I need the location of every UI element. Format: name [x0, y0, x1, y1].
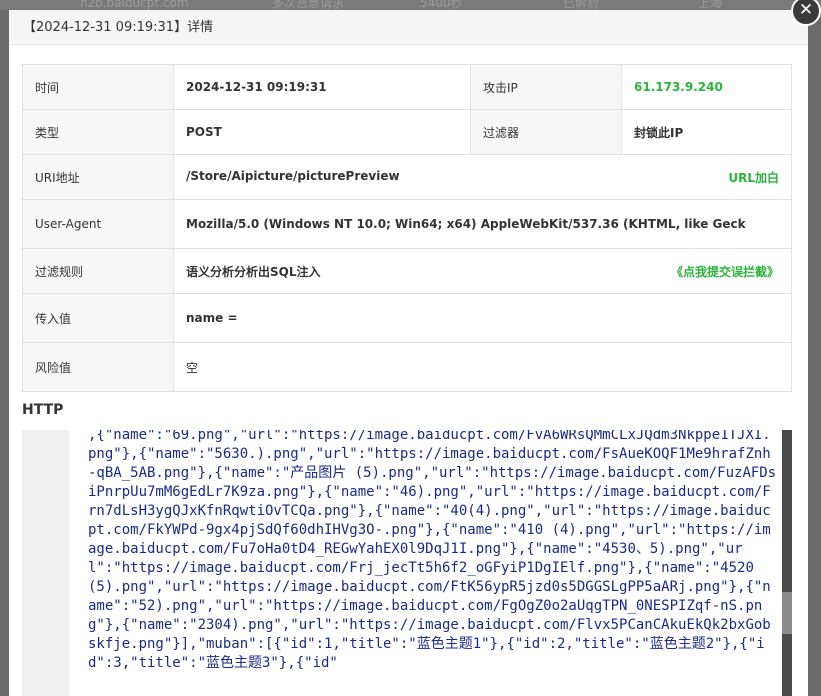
- type-value: POST: [173, 109, 471, 155]
- filter-rule-cell: 语义分析分析出SQL注入 《点我提交误拦截》: [173, 248, 792, 294]
- scrollbar-thumb[interactable]: [782, 592, 792, 634]
- input-value-label: 传入值: [22, 293, 174, 343]
- detail-modal: 【2024-12-31 09:19:31】详情 时间 2024-12-31 09…: [9, 10, 808, 696]
- table-row: 类型 POST 过滤器 封锁此IP: [22, 109, 792, 155]
- table-row: 时间 2024-12-31 09:19:31 攻击IP 61.173.9.240: [22, 64, 792, 110]
- uri-label: URI地址: [22, 154, 174, 200]
- risk-label: 风险值: [22, 342, 174, 392]
- user-agent-label: User-Agent: [22, 199, 174, 249]
- input-value: name =: [173, 293, 792, 343]
- table-row: 风险值 空: [22, 342, 792, 392]
- table-row: URI地址 /Store/Aipicture/picturePreview UR…: [22, 154, 792, 200]
- detail-table: 时间 2024-12-31 09:19:31 攻击IP 61.173.9.240…: [22, 64, 792, 392]
- user-agent-value: Mozilla/5.0 (Windows NT 10.0; Win64; x64…: [186, 217, 746, 231]
- risk-value: 空: [173, 342, 792, 392]
- background-table-row: h2b.baiducpt.com 多次恶意请求 5400秒 已解封 上海: [0, 0, 821, 10]
- background-status: 已解封: [563, 0, 600, 10]
- filter-value: 封锁此IP: [621, 109, 792, 155]
- type-label: 类型: [22, 109, 174, 155]
- close-icon[interactable]: ✕: [791, 0, 821, 26]
- report-false-positive-link[interactable]: 《点我提交误拦截》: [671, 263, 779, 280]
- vertical-scrollbar[interactable]: [782, 430, 792, 696]
- table-row: 传入值 name =: [22, 293, 792, 343]
- attack-ip-label: 攻击IP: [470, 64, 622, 110]
- background-region: 上海: [698, 0, 723, 10]
- http-section-title: HTTP: [22, 402, 64, 418]
- time-label: 时间: [22, 64, 174, 110]
- modal-title: 【2024-12-31 09:19:31】详情: [9, 10, 808, 45]
- table-row: User-Agent Mozilla/5.0 (Windows NT 10.0;…: [22, 199, 792, 249]
- uri-cell: /Store/Aipicture/picturePreview URL加白: [173, 154, 792, 200]
- filter-rule-value: 语义分析分析出SQL注入: [186, 264, 321, 279]
- attack-ip-value: 61.173.9.240: [621, 64, 792, 110]
- time-value: 2024-12-31 09:19:31: [173, 64, 471, 110]
- background-duration: 5400秒: [420, 0, 463, 10]
- http-body-viewer[interactable]: ,{"name":"69.png","url":"https://image.b…: [22, 430, 792, 696]
- user-agent-cell: Mozilla/5.0 (Windows NT 10.0; Win64; x64…: [173, 199, 792, 249]
- line-gutter: [22, 430, 69, 696]
- url-whitelist-link[interactable]: URL加白: [728, 169, 779, 186]
- background-domain: h2b.baiducpt.com: [80, 0, 189, 10]
- table-row: 过滤规则 语义分析分析出SQL注入 《点我提交误拦截》: [22, 248, 792, 294]
- uri-value: /Store/Aipicture/picturePreview: [186, 168, 400, 183]
- background-reason: 多次恶意请求: [272, 0, 345, 10]
- filter-rule-label: 过滤规则: [22, 248, 174, 294]
- filter-label: 过滤器: [470, 109, 622, 155]
- http-body-text[interactable]: ,{"name":"69.png","url":"https://image.b…: [88, 430, 778, 673]
